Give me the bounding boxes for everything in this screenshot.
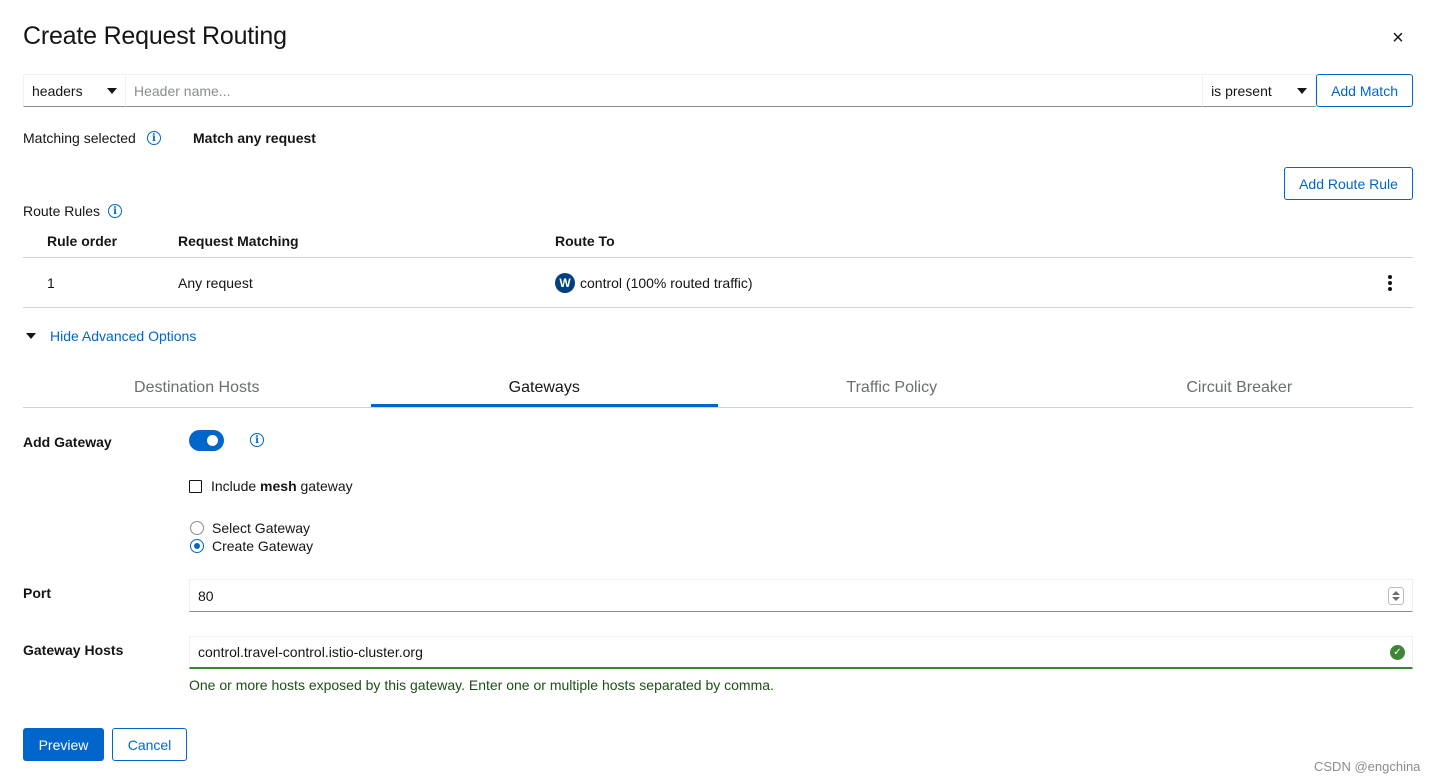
matching-selected: Matching selected i (23, 130, 161, 146)
match-operator-select[interactable]: is present (1202, 74, 1317, 107)
gateway-hosts-input[interactable]: control.travel-control.istio-cluster.org… (189, 636, 1413, 669)
tab-circuit-breaker[interactable]: Circuit Breaker (1066, 370, 1414, 407)
port-value: 80 (198, 587, 214, 604)
spin-up-icon[interactable] (1392, 591, 1400, 595)
select-gateway-radio[interactable] (190, 521, 204, 535)
route-to-cell: W control (100% routed traffic) (555, 272, 1413, 293)
column-header: Request Matching (178, 233, 299, 249)
close-icon[interactable]: × (1388, 28, 1408, 48)
add-match-button[interactable]: Add Match (1316, 74, 1413, 107)
watermark: CSDN @engchina (1314, 759, 1421, 774)
preview-button[interactable]: Preview (23, 728, 104, 761)
select-gateway-label: Select Gateway (212, 520, 311, 536)
include-mesh-gateway: Include mesh gateway (189, 478, 353, 494)
caret-down-icon (1297, 87, 1308, 94)
route-rules-table: Rule order Request Matching Route To 1 A… (23, 225, 1413, 308)
create-gateway-radio[interactable] (190, 539, 204, 553)
rule-order-cell: 1 (47, 274, 55, 291)
port-spinner[interactable] (1388, 587, 1404, 605)
matching-selected-value: Match any request (193, 130, 316, 146)
add-route-rule-button[interactable]: Add Route Rule (1284, 167, 1413, 200)
info-icon[interactable]: i (108, 204, 123, 218)
info-icon[interactable]: i (146, 131, 161, 145)
matching-selected-label: Matching selected (23, 130, 136, 146)
hide-advanced-options-toggle[interactable]: Hide Advanced Options (23, 328, 196, 344)
info-icon[interactable]: i (250, 433, 264, 447)
gateway-hosts-label: Gateway Hosts (23, 642, 124, 658)
dialog-title: Create Request Routing (23, 22, 287, 50)
request-matching-cell: Any request (178, 274, 253, 291)
route-to-text: control (100% routed traffic) (580, 274, 753, 291)
route-rules-heading: Route Rules i (23, 203, 123, 219)
add-gateway-switch[interactable] (189, 430, 224, 451)
create-gateway-label: Create Gateway (212, 538, 314, 554)
advanced-tabs: Destination Hosts Gateways Traffic Polic… (23, 370, 1413, 408)
match-row: headers is present Add Match (23, 74, 1413, 107)
include-mesh-bold: mesh (260, 478, 297, 494)
gateway-hosts-value: control.travel-control.istio-cluster.org (198, 644, 423, 660)
add-gateway-label: Add Gateway (23, 434, 112, 450)
include-mesh-checkbox[interactable] (189, 479, 202, 493)
table-header: Rule order Request Matching Route To (23, 225, 1413, 258)
column-header: Rule order (47, 233, 118, 249)
tab-destination-hosts[interactable]: Destination Hosts (23, 370, 371, 407)
advanced-toggle-label: Hide Advanced Options (50, 328, 197, 344)
caret-down-icon (26, 333, 36, 339)
kebab-menu-icon[interactable] (1385, 275, 1395, 291)
cancel-button[interactable]: Cancel (112, 728, 187, 761)
caret-down-icon (107, 87, 117, 94)
include-mesh-suffix: gateway (296, 478, 353, 494)
include-mesh-prefix: Include (211, 478, 261, 494)
header-name-input[interactable] (126, 74, 1203, 107)
port-input[interactable]: 80 (189, 579, 1413, 612)
select-gateway-option[interactable]: Select Gateway (190, 520, 310, 536)
column-header: Route To (555, 233, 615, 249)
route-rules-label: Route Rules (23, 203, 101, 219)
port-label: Port (23, 585, 51, 601)
tab-traffic-policy[interactable]: Traffic Policy (718, 370, 1066, 407)
check-circle-icon: ✓ (1390, 645, 1405, 660)
match-operator-value: is present (1211, 82, 1272, 99)
match-type-value: headers (32, 82, 83, 99)
table-row: 1 Any request W control (100% routed tra… (23, 258, 1413, 308)
tab-gateways[interactable]: Gateways (370, 370, 718, 407)
match-type-select[interactable]: headers (23, 74, 126, 107)
switch-knob (207, 435, 218, 446)
gateway-hosts-helper: One or more hosts exposed by this gatewa… (189, 677, 774, 693)
workload-badge-icon: W (555, 272, 575, 293)
create-gateway-option[interactable]: Create Gateway (190, 538, 313, 554)
spin-down-icon[interactable] (1392, 597, 1400, 601)
